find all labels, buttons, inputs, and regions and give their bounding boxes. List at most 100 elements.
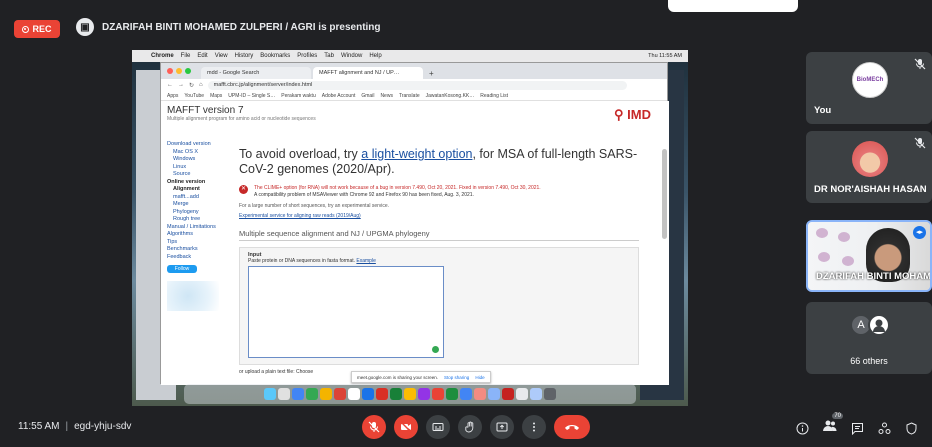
mac-dock [184,384,636,404]
mac-clock: Thu 11:55 AM [648,53,682,59]
chrome-icon [404,388,416,400]
top-notification-strip [668,0,798,12]
notice-black: A compatibility problem of MSAViewer wit… [254,192,474,198]
mic-off-icon [368,421,380,433]
presenter-banner: ▣ DZARIFAH BINTI MOHAMED ZULPERI / AGRI … [76,18,381,36]
sidebar-link: Download version [167,141,211,147]
section-title: Multiple sequence alignment and NJ / UPG… [239,229,639,241]
close-window-icon [167,68,173,74]
mic-toggle-button[interactable] [362,415,386,439]
calendar-icon [334,388,346,400]
present-icon: ▣ [76,18,94,36]
captions-icon [432,423,444,431]
menu-item-tab: Tab [324,53,334,59]
sequence-textarea [248,266,444,358]
sidebar-link: Rough tree [173,216,201,222]
more-options-button[interactable] [522,415,546,439]
page-scrollbar [662,149,667,239]
call-controls [362,415,590,439]
participant-name: DR NOR'AISHAH HASAN [814,184,927,195]
people-button[interactable]: 70 [823,413,843,437]
overload-headline: To avoid overload, try a light-weight op… [239,147,639,177]
trash-icon [544,388,556,400]
note-short-sequences: For a large number of short sequences, t… [239,203,390,209]
app-icon [530,388,542,400]
participant-tile-you[interactable]: BioMECh You [806,52,932,124]
mafft-page: MAFFT version 7 Multiple alignment progr… [161,101,669,385]
bookmark-adobe: Adobe Account [321,92,356,99]
home-icon: ⌂ [199,82,203,88]
leave-call-button[interactable] [554,415,590,439]
bookmark-apps: Apps [167,92,179,99]
participant-tile-dzarifah[interactable]: ◂▸ DZARIFAH BINTI MOHAMED [806,220,932,292]
menu-item-history: History [234,53,254,59]
sidebar-link: mafft...add [173,193,199,200]
participant-name: DZARIFAH BINTI MOHAMED [816,271,932,282]
word-icon [362,388,374,400]
activities-button[interactable] [878,422,891,435]
example-link: Example [356,258,376,264]
people-icon [823,420,837,431]
safari-icon [292,388,304,400]
forward-icon: → [178,82,184,88]
browser-window: mdd - Google Search MAFFT alignment and … [160,62,669,385]
sidebar-link: Mac OS X [173,148,199,155]
avatar [852,141,888,177]
camera-toggle-button[interactable] [394,415,418,439]
stop-sharing-button: Stop sharing [444,374,470,380]
hand-icon [465,421,474,433]
wallpaper-flower [838,232,850,242]
bookmark-translate: Translate [398,92,420,99]
present-screen-icon [496,422,508,432]
app-icon [502,388,514,400]
url-field: mafft.cbrc.jp/alignment/server/index.htm… [207,80,627,90]
chat-button[interactable] [851,422,864,435]
bookmark-reading-list: Reading List [480,92,509,99]
sidebar-heading: Alignment [173,186,200,192]
bookmark-maps: Maps [210,92,223,99]
warning-icon: ✕ [239,185,248,194]
bug-notice: ✕ The CLIME+ option (for RNA) will not w… [239,185,639,199]
raise-hand-button[interactable] [458,415,482,439]
menu-item-chrome: Chrome [151,53,174,59]
participant-name: You [814,105,832,116]
others-tile[interactable]: A 66 others [806,302,932,374]
reload-icon: ↻ [189,82,195,89]
side-panel-controls: 70 [796,413,918,437]
menu-item-window: Window [340,53,363,59]
menu-item-help: Help [369,53,382,59]
bookmark-gmail: Gmail [361,92,375,99]
sidebar-link: Algorithms [167,231,193,237]
wallpaper-flower [816,228,828,238]
present-button[interactable] [490,415,514,439]
sidebar-link: Linux [173,163,187,170]
share-text: meet.google.com is sharing your screen. [357,374,439,380]
sidebar-heading: Online version [167,178,206,185]
sidebar-link: Phylogeny [173,208,199,215]
bookmark-upm: UPM-ID – Single S… [228,92,276,99]
more-vert-icon [533,422,535,432]
participant-tile-dr-noraishah[interactable]: DR NOR'AISHAH HASAN [806,131,932,203]
pin-icon[interactable]: ◂▸ [913,226,926,239]
host-controls-button[interactable] [905,421,918,435]
meeting-details-button[interactable] [796,422,809,435]
presenter-text: DZARIFAH BINTI MOHAMED ZULPERI / AGRI is… [102,21,381,33]
avatar [868,314,890,336]
person-icon [873,319,885,332]
page-title: MAFFT version 7 [167,105,244,116]
screen-share-bar: meet.google.com is sharing your screen. … [351,371,491,383]
excel-icon [390,388,402,400]
shared-screen: Chrome File Edit View History Bookmarks … [132,50,688,406]
sidebar-link: Feedback [167,253,192,260]
hide-button: Hide [475,374,485,380]
captions-button[interactable] [426,415,450,439]
finder-icon [264,388,276,400]
imd-logo-text: IMD [627,107,651,122]
bookmark-news: News [380,92,393,99]
launchpad-icon [278,388,290,400]
notice-red: The CLIME+ option (for RNA) will not wor… [254,185,541,191]
imd-logo: ⚲ IMD [614,107,651,122]
avatar: BioMECh [852,62,888,98]
others-avatars: A [850,314,890,336]
separator: | [65,421,69,432]
